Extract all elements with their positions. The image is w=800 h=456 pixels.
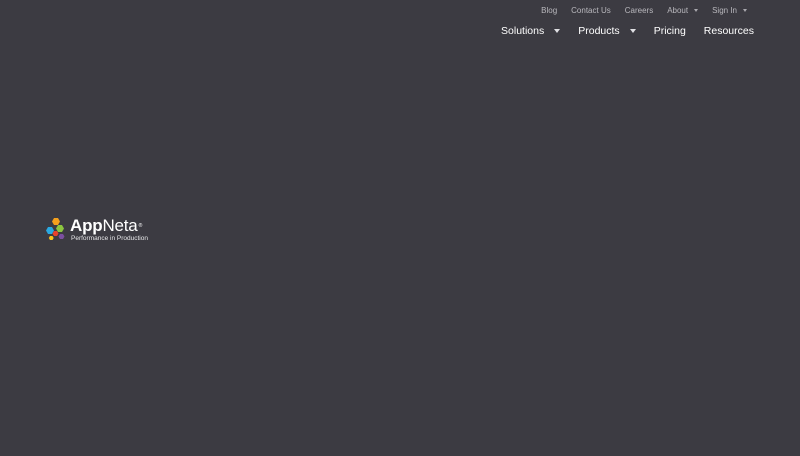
nav-solutions-label: Solutions: [501, 25, 545, 37]
nav-pricing-label: Pricing: [653, 25, 686, 37]
logo-trademark: ®: [138, 223, 143, 229]
nav-pricing-link[interactable]: Pricing: [645, 24, 695, 38]
nav-resources-label: Resources: [703, 25, 754, 37]
nav-solutions-dropdown[interactable]: Solutions: [492, 24, 569, 38]
logo-word-neta: Neta: [102, 216, 138, 235]
nav-blog-label: Blog: [541, 5, 558, 15]
logo-tagline: Performance in Production: [71, 235, 148, 242]
caret-down-icon: [629, 29, 636, 33]
caret-down-icon: [694, 8, 699, 12]
page: Blog Contact Us Careers About Sign In So…: [0, 0, 800, 456]
utility-nav: Blog Contact Us Careers About Sign In: [534, 4, 754, 16]
nav-resources-link[interactable]: Resources: [695, 24, 763, 38]
caret-down-icon: [554, 29, 561, 33]
nav-contact-label: Contact Us: [571, 5, 611, 15]
caret-down-icon: [743, 8, 747, 12]
nav-signin-dropdown[interactable]: Sign In: [705, 4, 754, 16]
nav-about-label: About: [667, 5, 689, 15]
logo-word-app: App: [70, 216, 103, 235]
logo-hex-orange: [52, 218, 60, 225]
logo-hex-blue: [46, 227, 54, 234]
nav-careers-label: Careers: [624, 5, 654, 15]
logo-hex-purple: [58, 234, 65, 239]
appneta-logo-mark-icon: [46, 218, 65, 240]
main-nav: Solutions Products Pricing Resources: [492, 24, 763, 38]
nav-products-label: Products: [578, 25, 620, 37]
nav-signin-label: Sign In: [712, 5, 737, 15]
nav-blog-link[interactable]: Blog: [534, 4, 564, 16]
logo-wordmark: AppNeta®: [70, 217, 148, 235]
logo-hex-yellow: [48, 236, 54, 240]
appneta-logo[interactable]: AppNeta® Performance in Production: [44, 217, 148, 243]
nav-contact-link[interactable]: Contact Us: [564, 4, 618, 16]
logo-hex-green: [56, 225, 64, 232]
nav-careers-link[interactable]: Careers: [618, 4, 660, 16]
logo-hex-red: [52, 231, 59, 236]
logo-text: AppNeta® Performance in Production: [70, 217, 148, 243]
nav-products-dropdown[interactable]: Products: [569, 24, 644, 38]
nav-about-dropdown[interactable]: About: [660, 4, 705, 16]
